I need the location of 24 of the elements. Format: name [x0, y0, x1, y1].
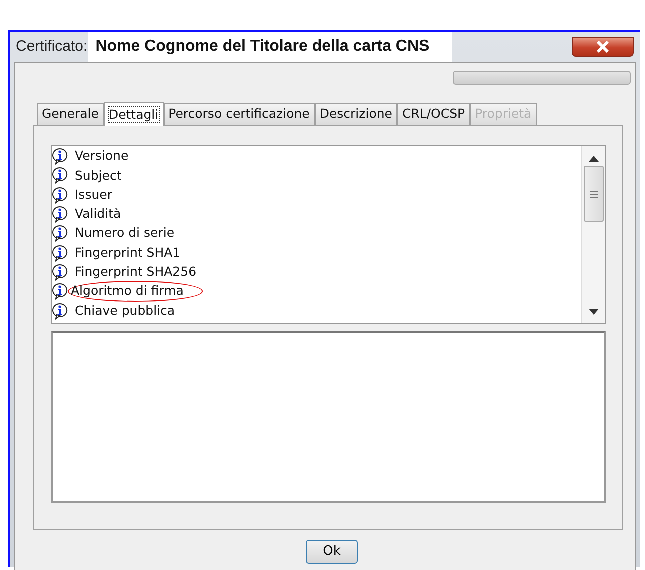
tab[interactable]: Percorso certificazione [164, 103, 315, 125]
details-text-area[interactable] [51, 331, 606, 503]
field-item[interactable]: Numero di serie [72, 223, 178, 244]
field-item[interactable]: Chiave pubblica [72, 300, 178, 322]
field-item[interactable]: Issuer [72, 184, 116, 206]
title-label: Certificato: [16, 36, 88, 57]
field-item[interactable]: Subject [72, 166, 125, 186]
tab[interactable]: Dettagli [104, 102, 164, 126]
close-icon[interactable] [595, 41, 611, 53]
ok-button[interactable]: Ok [306, 540, 358, 564]
tab[interactable]: Generale [37, 103, 104, 125]
scrollbar[interactable] [581, 146, 605, 323]
scroll-thumb[interactable] [584, 166, 604, 222]
tab[interactable]: CRL/OCSP [397, 103, 470, 125]
field-item[interactable]: Fingerprint SHA256 [72, 262, 200, 283]
scroll-down-icon[interactable] [588, 309, 598, 315]
field-item[interactable]: Validità [72, 204, 124, 225]
tab[interactable]: Descrizione [314, 103, 398, 125]
scroll-up-icon[interactable] [588, 156, 598, 162]
close-button[interactable] [572, 37, 634, 57]
field-item[interactable]: Algoritmo di firma [68, 281, 203, 302]
field-item[interactable]: Fingerprint SHA1 [72, 242, 184, 264]
field-item[interactable]: Versione [72, 146, 132, 168]
window-title: Nome Cognome del Titolare della carta CNS [88, 32, 452, 62]
